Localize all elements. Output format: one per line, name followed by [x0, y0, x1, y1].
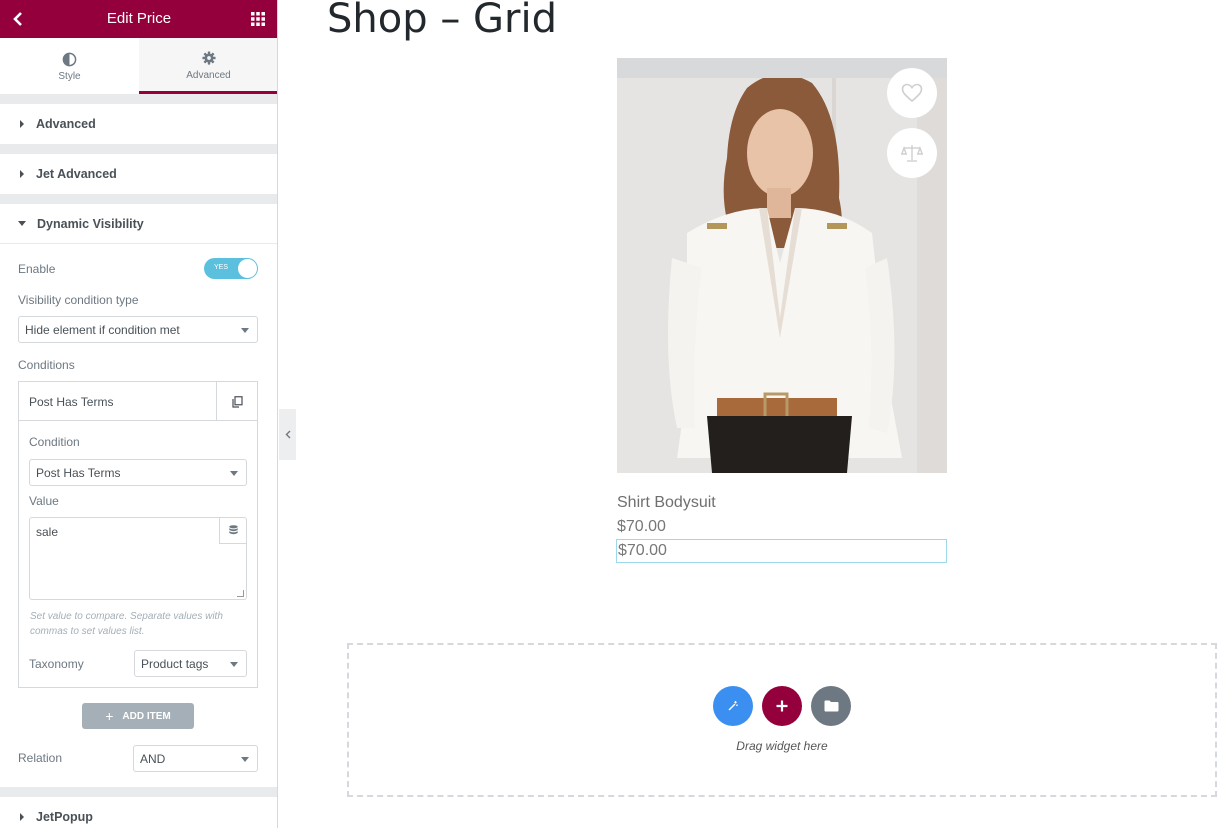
add-item-button[interactable]: + ADD ITEM [82, 703, 194, 729]
scales-icon [901, 145, 923, 162]
relation-label: Relation [18, 751, 63, 765]
relation-select[interactable]: AND [133, 745, 258, 772]
gear-icon [201, 49, 216, 67]
editor-root: Edit Price Style Advanced Advanced Jet A… [0, 0, 1230, 828]
tab-advanced[interactable]: Advanced [139, 38, 277, 94]
chevron-left-icon [285, 430, 290, 439]
heart-icon [901, 83, 923, 103]
product-price: $70.00 [617, 518, 666, 535]
section-jetpopup-label: JetPopup [36, 810, 93, 824]
section-dynamic-visibility-header[interactable]: Dynamic Visibility [0, 204, 277, 244]
dropdown-arrow-icon [230, 471, 238, 476]
conditions-label: Conditions [18, 358, 75, 372]
ai-button[interactable] [713, 686, 753, 726]
plus-icon [776, 700, 788, 712]
condition-type-select[interactable]: Hide element if condition met [18, 316, 258, 343]
repeater-item-title[interactable]: Post Has Terms [29, 395, 113, 409]
tab-advanced-label: Advanced [186, 69, 231, 81]
section-dynamic-visibility-label: Dynamic Visibility [37, 216, 144, 231]
add-template-button[interactable] [811, 686, 851, 726]
product-photo [617, 58, 947, 473]
section-jet-advanced-header[interactable]: Jet Advanced [0, 154, 277, 194]
compare-button[interactable] [887, 128, 937, 178]
relation-value: AND [140, 752, 166, 766]
page-title: Shop – Grid [327, 0, 557, 42]
editor-panel: Edit Price Style Advanced Advanced Jet A… [0, 0, 278, 828]
caret-right-icon [20, 120, 24, 128]
section-jet-advanced[interactable]: Jet Advanced [0, 154, 277, 194]
copy-icon [231, 395, 243, 408]
plus-icon: + [105, 708, 114, 724]
panel-header: Edit Price [0, 0, 277, 38]
caret-right-icon [20, 170, 24, 178]
enable-label: Enable [18, 262, 56, 276]
resize-handle[interactable] [237, 590, 244, 597]
panel-title: Edit Price [106, 10, 172, 27]
add-section-button[interactable] [762, 686, 802, 726]
section-dynamic-visibility: Dynamic Visibility Enable YES Visibility… [0, 204, 277, 787]
dropdown-arrow-icon [230, 662, 238, 667]
section-advanced[interactable]: Advanced [0, 104, 277, 144]
section-jetpopup-header[interactable]: JetPopup [0, 797, 277, 828]
drop-zone-text: Drag widget here [736, 739, 828, 753]
condition-select[interactable]: Post Has Terms [29, 459, 247, 486]
widget-drop-zone[interactable]: Drag widget here [347, 643, 1217, 797]
section-jet-advanced-label: Jet Advanced [36, 167, 117, 181]
taxonomy-value: Product tags [141, 657, 209, 671]
add-item-label: ADD ITEM [122, 710, 171, 722]
toggle-knob [238, 259, 257, 278]
toggle-yes-text: YES [214, 264, 229, 271]
value-text: sale [36, 525, 59, 539]
enable-toggle[interactable]: YES [204, 258, 258, 279]
condition-type-value: Hide element if condition met [25, 323, 180, 337]
repeater-item-header: Post Has Terms [19, 382, 257, 421]
product-name[interactable]: Shirt Bodysuit [617, 494, 716, 512]
caret-right-icon [20, 813, 24, 821]
dynamic-tags-button[interactable] [219, 518, 246, 544]
value-label: Value [29, 494, 59, 508]
taxonomy-select[interactable]: Product tags [134, 650, 247, 677]
product-image[interactable] [617, 58, 947, 473]
taxonomy-label: Taxonomy [29, 657, 84, 671]
wishlist-button[interactable] [887, 68, 937, 118]
panel-tabs: Style Advanced [0, 38, 277, 94]
dropdown-arrow-icon [241, 757, 249, 762]
condition-type-label: Visibility condition type [18, 293, 139, 307]
section-advanced-label: Advanced [36, 117, 96, 131]
magic-wand-icon [728, 701, 738, 711]
value-textarea[interactable]: sale [29, 517, 247, 600]
section-jetpopup[interactable]: JetPopup [0, 797, 277, 828]
database-icon [228, 525, 238, 535]
dropdown-arrow-icon [241, 328, 249, 333]
half-circle-icon [62, 50, 77, 68]
tab-style-label: Style [58, 71, 81, 82]
value-hint: Set value to compare. Separate values wi… [30, 611, 223, 637]
condition-label: Condition [29, 435, 80, 449]
caret-down-icon [18, 221, 26, 226]
condition-value: Post Has Terms [36, 466, 121, 480]
folder-icon [824, 700, 838, 712]
duplicate-button[interactable] [216, 382, 257, 421]
product-price-selected-widget[interactable]: $70.00 [616, 539, 947, 563]
apps-grid-icon[interactable] [250, 11, 266, 27]
panel-collapse-button[interactable] [279, 409, 296, 460]
tab-style[interactable]: Style [0, 38, 139, 94]
condition-repeater-item: Post Has Terms Condition Post Has Terms … [18, 381, 258, 688]
section-advanced-header[interactable]: Advanced [0, 104, 277, 144]
